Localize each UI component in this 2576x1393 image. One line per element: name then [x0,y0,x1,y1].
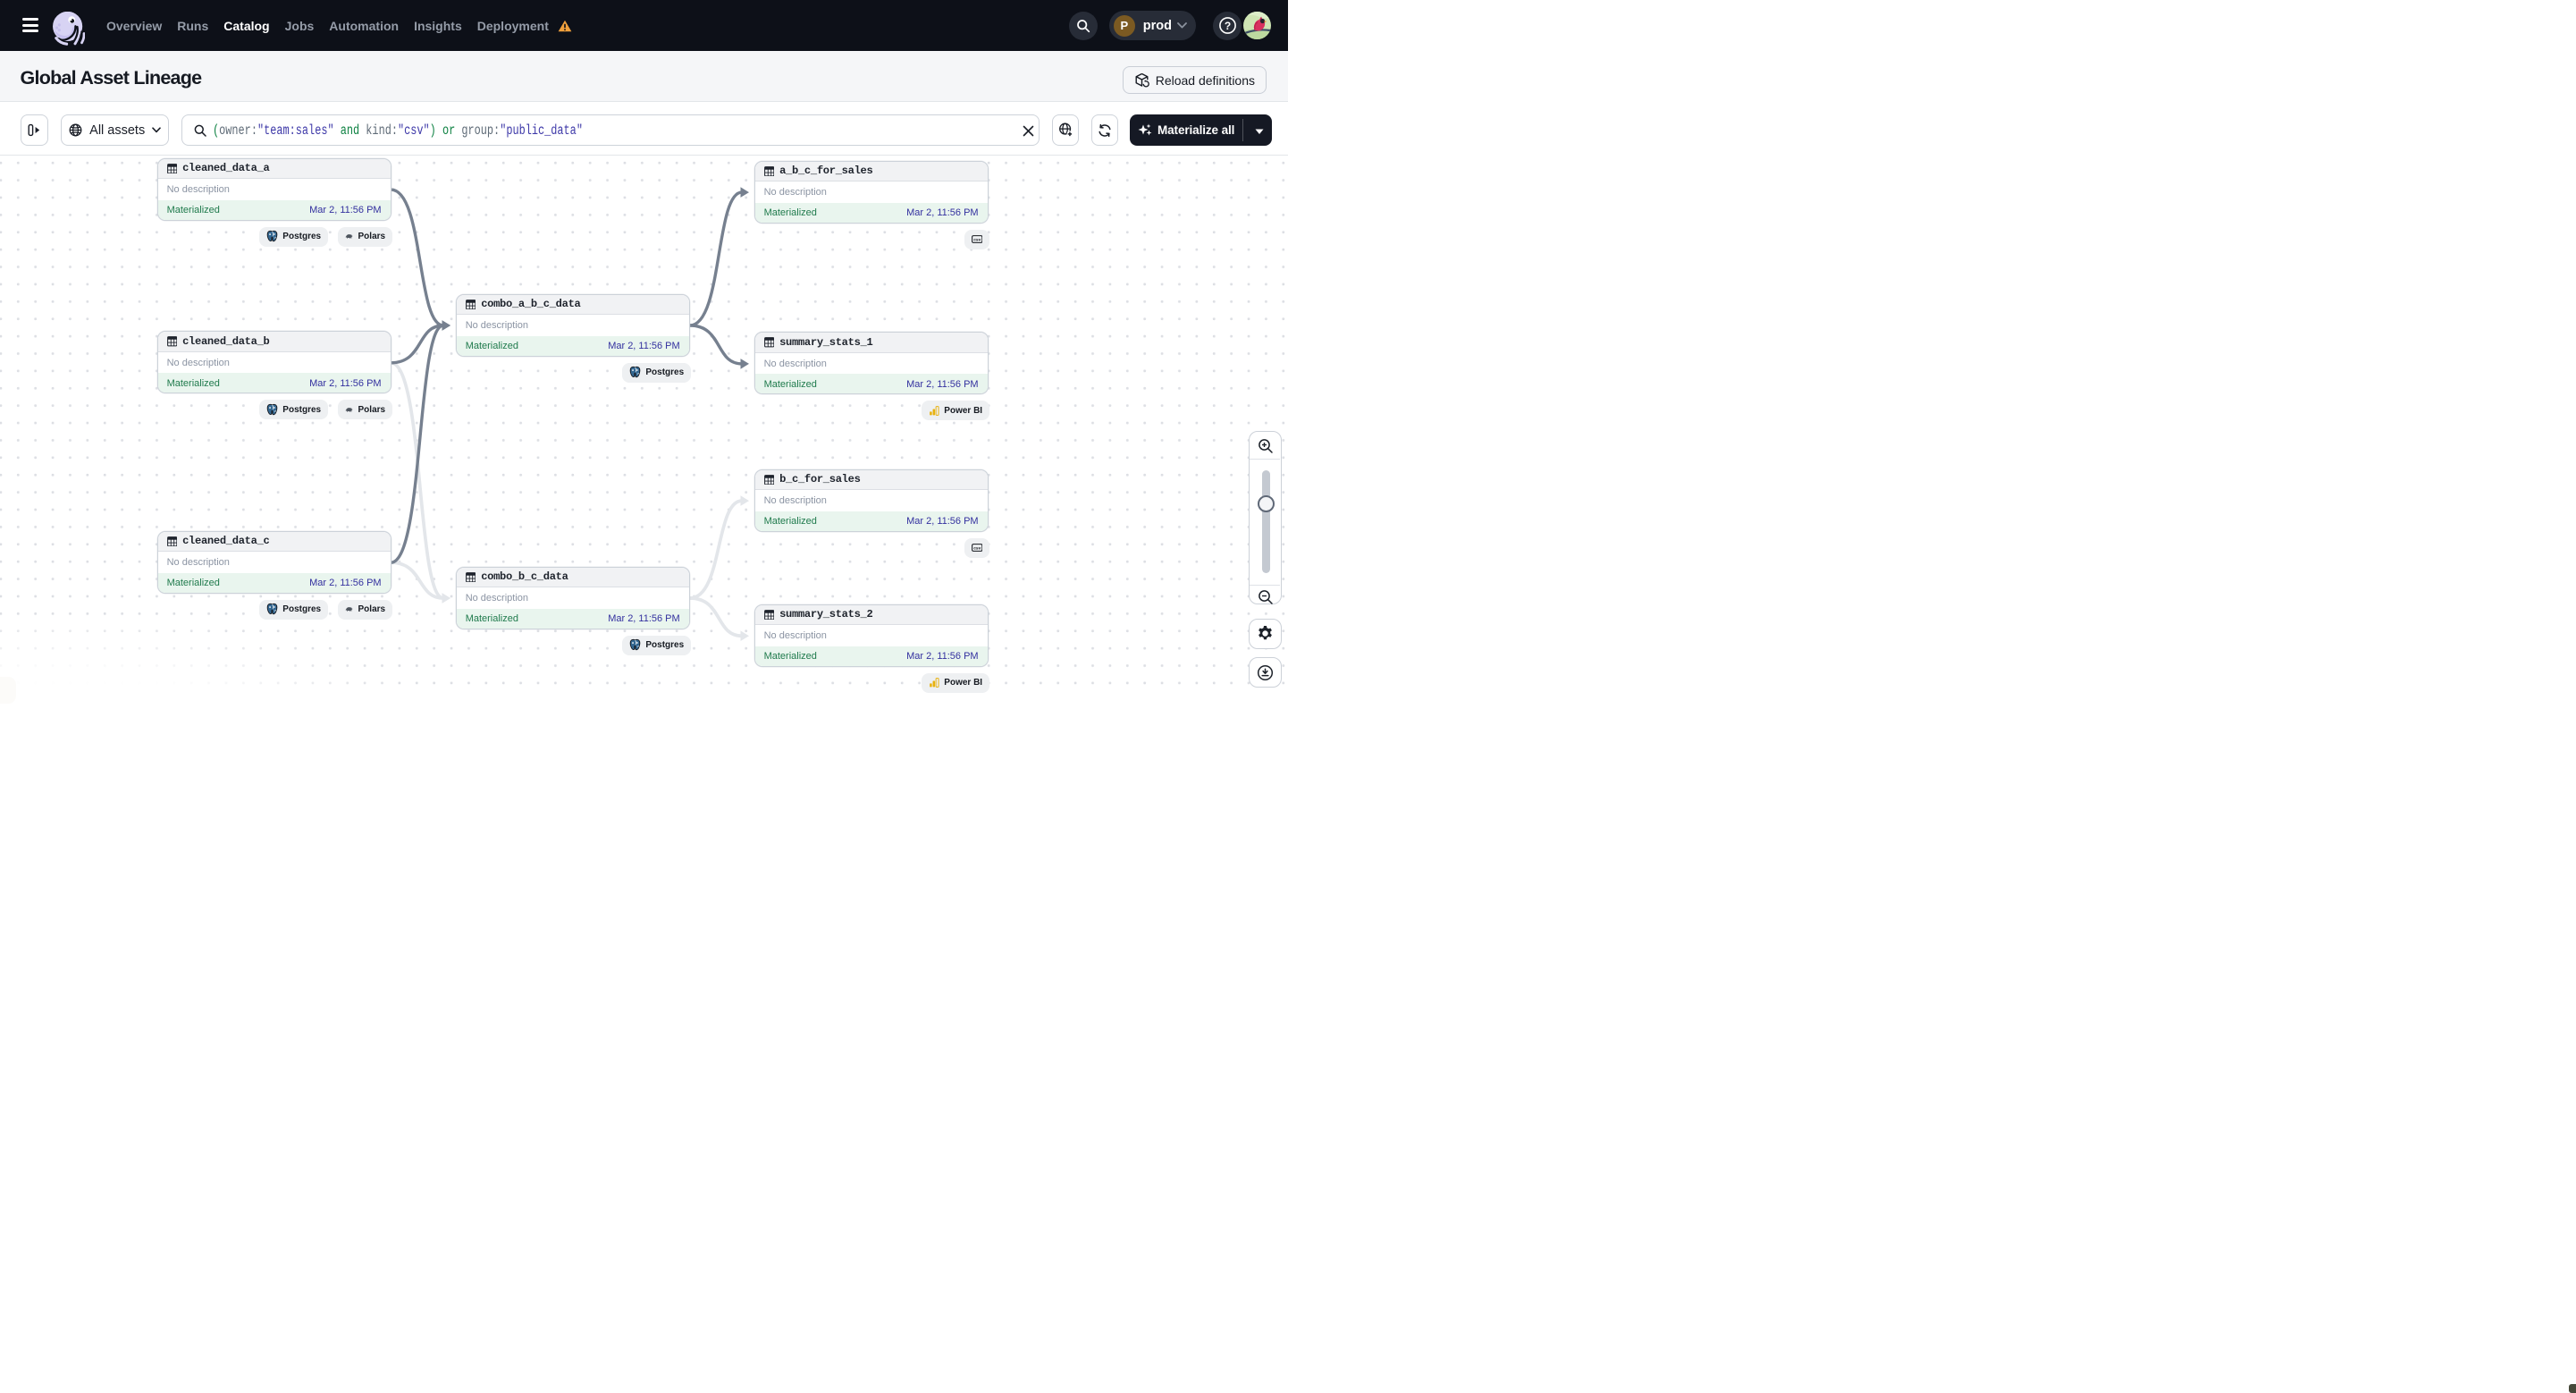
svg-text:?: ? [1224,20,1230,32]
svg-text:csv: csv [973,239,981,243]
svg-text:csv: csv [973,547,981,552]
